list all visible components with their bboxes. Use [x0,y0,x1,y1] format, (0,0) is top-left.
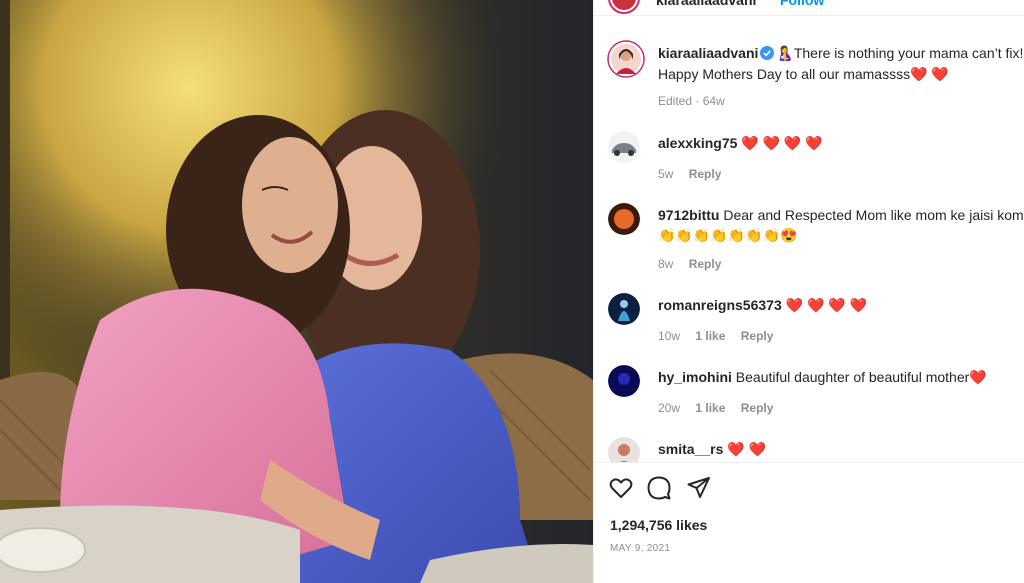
commenter-username[interactable]: 9712bittu [658,207,719,223]
comment-meta: 20w 1 like Reply [658,401,785,415]
comment-likes[interactable]: 1 like [695,329,725,343]
commenter-username[interactable]: smita__rs [658,441,723,457]
author-username[interactable]: kiaraaliaadvani [656,0,756,8]
commenter-username[interactable]: alexxking75 [658,135,737,151]
comment-icon[interactable] [646,475,672,501]
comment-text: ❤️ ❤️ ❤️ ❤️ [741,135,823,151]
likes-count[interactable]: 1,294,756 likes [610,517,707,533]
caption-line1: 🤱There is nothing your mama can’t fix! [776,45,1024,61]
post-photo[interactable] [0,0,593,583]
comment-time: 8w [658,257,674,271]
caption-text: kiaraaliaadvani 🤱There is nothing your ma… [658,43,1024,85]
reply-button[interactable]: Reply [741,401,774,415]
comment-text: ❤️ ❤️ [727,441,767,457]
reply-button[interactable]: Reply [689,167,722,181]
post-header: kiaraaliaadvani Follow [594,0,1024,16]
reply-button[interactable]: Reply [741,329,774,343]
share-icon[interactable] [686,475,712,501]
reply-button[interactable]: Reply [689,257,722,271]
comment-time: 5w [658,167,674,181]
commenter-username[interactable]: romanreigns56373 [658,297,782,313]
caption-line2: Happy Mothers Day to all our mamassss [658,66,911,82]
commenter-avatar[interactable] [608,293,640,325]
comment-meta: 10w 1 like Reply [658,329,785,343]
caption-meta: Edited · 64w [658,94,725,108]
post-actions: 1,294,756 likes MAY 9, 2021 [594,462,1024,583]
caption-avatar[interactable] [607,40,645,78]
comment-time: 10w [658,329,681,343]
caption-hearts: ❤️ ❤️ [910,66,949,82]
comment-likes[interactable]: 1 like [695,401,725,415]
commenter-avatar[interactable] [608,131,640,163]
post-date: MAY 9, 2021 [610,543,671,554]
comment-text: Dear and Respected Mom like mom ke jaisi… [723,207,1024,223]
verified-icon [760,46,775,60]
commenter-avatar[interactable] [608,365,640,397]
author-avatar[interactable] [608,0,640,14]
photo-illustration [0,0,593,583]
follow-button[interactable]: Follow [780,0,824,8]
heart-icon[interactable] [608,475,634,501]
comment-text-line2: 👏👏👏👏👏👏👏😍 [658,227,798,243]
comment-meta: 8w Reply [658,257,733,271]
comment-text: Beautiful daughter of beautiful mother❤️ [735,369,987,385]
commenter-avatar[interactable] [608,203,640,235]
caption-username[interactable]: kiaraaliaadvani [658,45,758,61]
comment-meta: 5w Reply [658,167,733,181]
comment-time: 20w [658,401,681,415]
post-side-panel: kiaraaliaadvani Follow kiaraaliaadvani 🤱T… [593,0,1024,583]
commenter-username[interactable]: hy_imohini [658,369,732,385]
comment-text: ❤️ ❤️ ❤️ ❤️ [785,297,868,313]
